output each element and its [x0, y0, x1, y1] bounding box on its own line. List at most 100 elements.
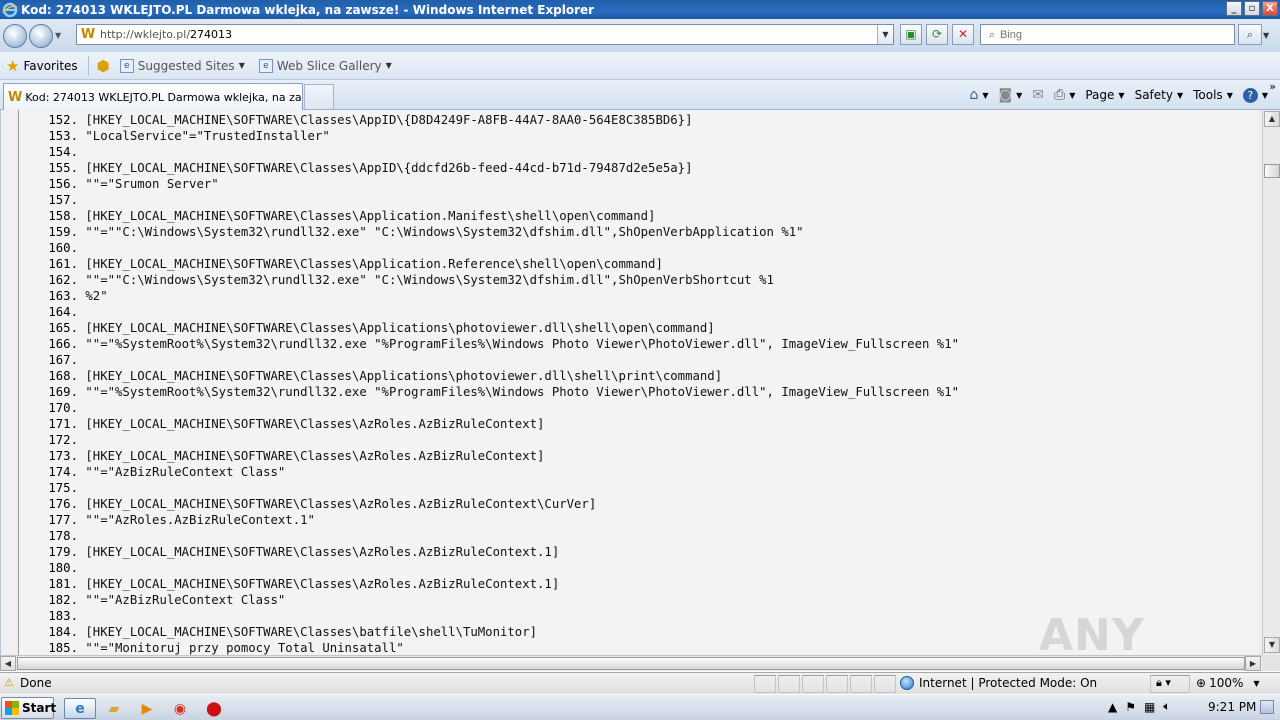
- print-button[interactable]: ⎙ ▼: [1050, 84, 1079, 106]
- line-text: "LocalService"="TrustedInstaller": [85, 129, 330, 143]
- status-pane: [874, 675, 896, 693]
- horizontal-scrollbar[interactable]: ◀ ▶: [0, 655, 1262, 671]
- recent-pages-dropdown[interactable]: ▼: [55, 31, 65, 40]
- vertical-scroll-thumb[interactable]: [1264, 164, 1280, 178]
- line-number: 169.: [48, 385, 78, 399]
- code-line: 157.: [33, 192, 85, 208]
- address-url[interactable]: http://wklejto.pl/274013: [100, 28, 232, 41]
- url-prefix: http://wklejto.pl/: [100, 28, 191, 41]
- home-button[interactable]: ⌂ ▼: [965, 84, 992, 106]
- taskbar-opera[interactable]: ⬤: [200, 698, 228, 719]
- read-mail-button[interactable]: ✉: [1028, 84, 1048, 106]
- media-player-icon: ▶: [141, 700, 153, 717]
- line-text: [HKEY_LOCAL_MACHINE\SOFTWARE\Classes\App…: [85, 257, 663, 271]
- status-pane: [850, 675, 872, 693]
- web-slice-gallery-link[interactable]: e Web Slice Gallery ▼: [258, 58, 392, 73]
- line-text: ""="Srumon Server": [85, 177, 219, 191]
- zoom-icon: ⊕: [1196, 676, 1207, 690]
- code-line: 184. [HKEY_LOCAL_MACHINE\SOFTWARE\Classe…: [33, 624, 537, 640]
- start-button[interactable]: Start: [1, 697, 57, 719]
- code-line: 159. ""=""C:\Windows\System32\rundll32.e…: [33, 224, 804, 240]
- suggested-sites-label: Suggested Sites: [137, 58, 235, 73]
- search-icon: ⌕: [1246, 28, 1254, 41]
- horizontal-scroll-thumb[interactable]: [17, 657, 1245, 670]
- network-icon[interactable]: ▦: [1144, 700, 1155, 714]
- code-line: 181. [HKEY_LOCAL_MACHINE\SOFTWARE\Classe…: [33, 576, 559, 592]
- line-number: 157.: [48, 193, 78, 207]
- address-bar[interactable]: W http://wklejto.pl/274013 ▼: [76, 24, 894, 45]
- protected-mode-lock-icon[interactable]: 🔒︎ ▾: [1156, 676, 1171, 690]
- line-text: [HKEY_LOCAL_MACHINE\SOFTWARE\Classes\App…: [85, 161, 693, 175]
- back-button[interactable]: ‹: [3, 23, 27, 48]
- new-tab-button[interactable]: [304, 84, 334, 109]
- taskbar-media-player[interactable]: ▶: [133, 698, 161, 719]
- security-zone[interactable]: Internet | Protected Mode: On: [900, 676, 1097, 690]
- status-bar: ⚠ Done Internet | Protected Mode: On 🔒︎ …: [0, 672, 1280, 694]
- code-line: 179. [HKEY_LOCAL_MACHINE\SOFTWARE\Classe…: [33, 544, 559, 560]
- code-line: 173. [HKEY_LOCAL_MACHINE\SOFTWARE\Classe…: [33, 448, 544, 464]
- scroll-right-arrow-icon[interactable]: ▶: [1245, 656, 1261, 671]
- minimize-button[interactable]: _: [1226, 1, 1242, 16]
- search-options-dropdown-icon[interactable]: ▼: [1263, 31, 1269, 40]
- command-bar: ⌂ ▼ ◙ ▼ ✉ ⎙ ▼ Page ▼ Safety ▼ Tools ▼ ? ▼: [965, 84, 1272, 106]
- back-arrow-icon: ‹: [12, 27, 18, 44]
- vertical-scrollbar[interactable]: ▲ ▼: [1262, 110, 1280, 655]
- line-number: 182.: [48, 593, 78, 607]
- line-number: 153.: [48, 129, 78, 143]
- line-number: 158.: [48, 209, 78, 223]
- code-line: 183.: [33, 608, 85, 624]
- line-text: ""=""C:\Windows\System32\rundll32.exe" "…: [85, 225, 804, 239]
- line-text: [HKEY_LOCAL_MACHINE\SOFTWARE\Classes\AzR…: [85, 577, 560, 591]
- show-hidden-icons-icon[interactable]: ▲: [1108, 700, 1117, 714]
- taskbar-file-explorer[interactable]: ▰: [100, 698, 128, 719]
- taskbar-internet-explorer[interactable]: e: [64, 698, 96, 719]
- code-line: 169. ""="%SystemRoot%\System32\rundll32.…: [33, 384, 959, 400]
- window-title: Kod: 274013 WKLEJTO.PL Darmowa wklejka, …: [21, 2, 595, 17]
- taskbar-chrome[interactable]: ◉: [166, 698, 194, 719]
- internet-globe-icon: [900, 676, 914, 690]
- tab-wklejto[interactable]: W Kod: 274013 WKLEJTO.PL Darmowa wklejka…: [3, 83, 303, 110]
- line-number: 160.: [48, 241, 78, 255]
- feeds-button[interactable]: ◙ ▼: [995, 84, 1027, 106]
- action-center-flag-icon[interactable]: ⚑: [1125, 700, 1136, 714]
- scroll-left-arrow-icon[interactable]: ◀: [0, 656, 16, 671]
- chevron-down-icon: ▼: [1176, 90, 1184, 100]
- refresh-button[interactable]: ⟳: [926, 24, 948, 45]
- suggested-sites-link[interactable]: e Suggested Sites ▼: [119, 58, 245, 73]
- search-box[interactable]: ⌕: [980, 24, 1235, 45]
- help-menu[interactable]: ? ▼: [1239, 84, 1272, 106]
- chevron-down-icon: ▼: [385, 61, 392, 70]
- start-label: Start: [22, 701, 57, 715]
- scroll-down-arrow-icon[interactable]: ▼: [1264, 637, 1280, 653]
- taskbar-clock[interactable]: 9:21 PM: [1208, 700, 1256, 714]
- line-number: 152.: [48, 113, 78, 127]
- scroll-up-arrow-icon[interactable]: ▲: [1264, 111, 1280, 127]
- tools-menu[interactable]: Tools ▼: [1189, 84, 1237, 106]
- chevron-down-icon: ▼: [1226, 90, 1233, 100]
- compatibility-view-button[interactable]: ▣: [900, 24, 922, 45]
- code-line: 175.: [33, 480, 85, 496]
- favorites-label: Favorites: [23, 58, 78, 73]
- zoom-control[interactable]: ⊕ 100% ▼: [1196, 676, 1260, 690]
- search-button[interactable]: ⌕: [1238, 24, 1262, 45]
- toolbar-overflow-chevron-icon[interactable]: »: [1269, 80, 1276, 93]
- stop-button[interactable]: ✕: [952, 24, 974, 45]
- internet-explorer-icon: e: [75, 700, 85, 717]
- add-to-favorites-bar-button[interactable]: ⬢: [97, 57, 114, 75]
- safety-menu[interactable]: Safety ▼: [1131, 84, 1188, 106]
- close-button[interactable]: X: [1262, 1, 1278, 16]
- code-line: 156. ""="Srumon Server": [33, 176, 219, 192]
- page-content: 152. [HKEY_LOCAL_MACHINE\SOFTWARE\Classe…: [0, 110, 1262, 655]
- line-number: 179.: [48, 545, 78, 559]
- address-dropdown-icon[interactable]: ▼: [877, 25, 893, 44]
- forward-button[interactable]: ›: [29, 23, 53, 48]
- chevron-down-icon: ▼: [238, 61, 245, 70]
- maximize-button[interactable]: ▫: [1244, 1, 1260, 16]
- favorites-button[interactable]: ★ Favorites: [6, 57, 78, 75]
- volume-icon[interactable]: 🔈︎: [1163, 699, 1170, 714]
- search-input[interactable]: [1000, 28, 1220, 41]
- show-desktop-button[interactable]: [1260, 700, 1274, 714]
- chevron-down-icon: ▼: [1261, 90, 1268, 100]
- page-menu[interactable]: Page ▼: [1081, 84, 1128, 106]
- line-text: [HKEY_LOCAL_MACHINE\SOFTWARE\Classes\AzR…: [85, 497, 597, 511]
